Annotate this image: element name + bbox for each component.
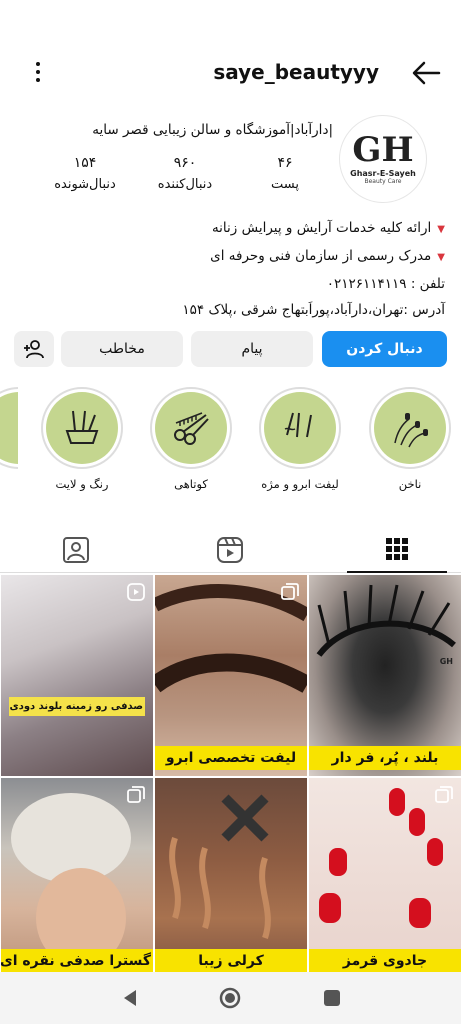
lash-tools-icon (284, 412, 312, 438)
bio-text: مدرک رسمی از سازمان فنی وحرفه ای (210, 248, 432, 264)
reel-icon (127, 583, 145, 601)
stat-followers[interactable]: ۹۶۰ دنبال‌کننده (145, 155, 225, 199)
system-nav-bar (0, 972, 461, 1024)
post-thumbnail[interactable]: صدفی رو زمینه بلوند دودی (1, 575, 153, 776)
tab-reels[interactable] (180, 527, 280, 573)
post-caption: کرلی زیبا (155, 949, 307, 973)
red-triangle-icon: ▼ (437, 252, 445, 263)
grid-icon (386, 538, 408, 560)
message-button[interactable]: پیام (191, 331, 313, 367)
post-thumbnail[interactable]: گسترا صدفی نقره ای (1, 778, 153, 979)
highlight-label: لیفت ابرو و مژه (261, 477, 339, 491)
scissors-comb-icon (174, 412, 209, 445)
post-thumbnail[interactable]: لیفت تخصصی ابرو (155, 575, 307, 776)
highlight-label: کوتاهی (174, 477, 208, 491)
post-caption: جادوی قرمز (309, 949, 461, 973)
tagged-icon (63, 537, 89, 563)
nav-recents-icon[interactable] (320, 986, 344, 1010)
follow-button[interactable]: دنبال کردن (322, 331, 447, 367)
profile-actions: دنبال کردن پیام مخاطب (14, 331, 447, 367)
highlight-nails[interactable]: ناخن (365, 387, 455, 491)
bio-line: ▼ ارائه کلیه خدمات آرایش و پیرایش زنانه (15, 215, 445, 243)
multiple-images-icon (281, 583, 299, 600)
avatar-logo-tagline: Beauty Care (364, 178, 402, 185)
multiple-images-icon (435, 786, 453, 803)
bio-line: ▼ مدرک رسمی از سازمان فنی وحرفه ای (15, 243, 445, 271)
stat-following[interactable]: ۱۵۴ دنبال‌شونده (45, 155, 125, 199)
more-options-icon[interactable] (26, 58, 50, 86)
hair-dye-bowl-icon (65, 410, 99, 444)
post-thumbnail[interactable]: GH بلند ، پُر، فر دار (309, 575, 461, 776)
contact-button[interactable]: مخاطب (61, 331, 183, 367)
profile-header: saye_beautyyy (0, 48, 461, 98)
post-caption: لیفت تخصصی ابرو (155, 746, 307, 770)
bio-phone[interactable]: تلفن : ۰۲۱۲۶۱۱۴۱۱۹ (15, 271, 445, 297)
avatar-logo-name: Ghasr-E-Sayeh (350, 169, 416, 178)
post-caption: گسترا صدفی نقره ای (1, 949, 153, 973)
post-thumbnail[interactable]: کرلی زیبا (155, 778, 307, 979)
stat-value: ۱۵۴ (73, 155, 97, 171)
nav-back-icon[interactable] (118, 986, 142, 1010)
tab-posts-grid[interactable] (347, 527, 447, 573)
nav-home-icon[interactable] (218, 986, 242, 1010)
bio-address: آدرس :تهران،دارآباد،پوراَبتهاج شرقی ،پلا… (182, 302, 445, 318)
multiple-images-icon (127, 786, 145, 803)
tab-tagged[interactable] (26, 527, 126, 573)
suggested-users-button[interactable] (14, 331, 54, 367)
stat-label: دنبال‌کننده (157, 177, 213, 192)
bio-text: ارائه کلیه خدمات آرایش و پیرایش زنانه (211, 220, 432, 236)
highlight-partial[interactable] (0, 387, 18, 469)
profile-stats: ۴۶ پست ۹۶۰ دنبال‌کننده ۱۵۴ دنبال‌شونده (45, 155, 325, 199)
reels-icon (217, 537, 243, 563)
highlight-haircut[interactable]: کوتاهی (146, 387, 236, 491)
stat-value: ۹۶۰ (173, 155, 197, 171)
profile-avatar[interactable]: GH Ghasr-E-Sayeh Beauty Care (339, 115, 427, 203)
stat-posts[interactable]: ۴۶ پست (245, 155, 325, 199)
highlight-label: ناخن (398, 477, 422, 491)
highlight-label: رنگ و لایت (55, 477, 109, 491)
nails-icon (394, 413, 428, 448)
highlight-color[interactable]: رنگ و لایت (37, 387, 127, 491)
post-caption: بلند ، پُر، فر دار (309, 746, 461, 770)
profile-tabs (0, 527, 461, 573)
post-thumbnail[interactable]: جادوی قرمز (309, 778, 461, 979)
add-user-icon (24, 340, 44, 359)
profile-username: saye_beautyyy (213, 60, 379, 84)
back-arrow-icon[interactable] (411, 60, 441, 86)
posts-grid: GH بلند ، پُر، فر دار لیفت تخصصی ابرو صد… (0, 575, 461, 979)
story-highlights: ناخن لیفت ابرو و مژه کوتاهی رنگ و لایت (0, 387, 461, 502)
highlight-lift[interactable]: لیفت ابرو و مژه (255, 387, 345, 491)
stat-label: پست (271, 177, 299, 192)
red-triangle-icon: ▼ (437, 224, 445, 235)
post-caption: صدفی رو زمینه بلوند دودی (9, 697, 145, 716)
stat-label: دنبال‌شونده (54, 177, 116, 192)
avatar-monogram: GH (352, 130, 414, 170)
post-watermark: GH (439, 657, 453, 666)
stat-value: ۴۶ (277, 155, 293, 171)
profile-display-name: |دارآباد|آموزشگاه و سالن زیبایی قصر سایه (92, 122, 333, 138)
profile-bio: ▼ ارائه کلیه خدمات آرایش و پیرایش زنانه ▼… (15, 215, 445, 323)
